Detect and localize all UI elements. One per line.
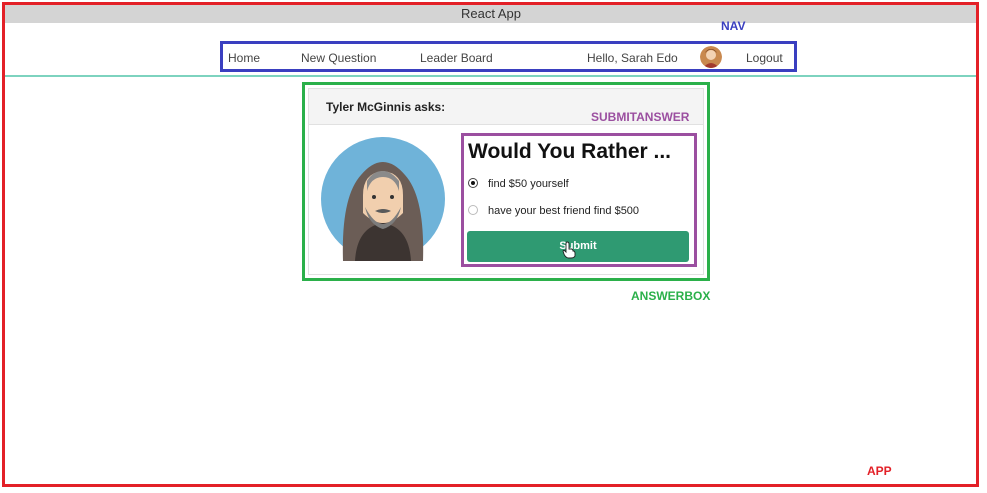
user-greeting: Hello, Sarah Edo — [587, 51, 678, 65]
window-title-bar: React App — [5, 5, 977, 23]
window-title: React App — [461, 6, 521, 21]
option-two-radio[interactable] — [468, 205, 478, 216]
submit-button[interactable]: Submit — [467, 231, 689, 262]
option-one[interactable]: find $50 yourself — [468, 178, 569, 190]
answerbox-annotation-label: ANSWERBOX — [631, 289, 711, 303]
option-two[interactable]: have your best friend find $500 — [468, 205, 639, 217]
logout-link[interactable]: Logout — [746, 51, 783, 65]
option-one-radio[interactable] — [468, 178, 478, 189]
nav-home-link[interactable]: Home — [228, 51, 260, 65]
would-you-rather-heading: Would You Rather ... — [468, 140, 672, 163]
app-annotation-label: APP — [867, 464, 892, 478]
submitanswer-annotation-label: SUBMITANSWER — [591, 110, 690, 124]
nav-bar: Home New Question Leader Board Hello, Sa… — [220, 41, 797, 72]
nav-new-question-link[interactable]: New Question — [301, 51, 376, 65]
option-two-label: have your best friend find $500 — [488, 205, 640, 217]
option-one-label: find $50 yourself — [488, 178, 569, 190]
nav-leader-board-link[interactable]: Leader Board — [420, 51, 493, 65]
nav-annotation-label: NAV — [721, 19, 746, 33]
user-avatar — [700, 46, 722, 68]
hand-cursor-icon — [562, 241, 576, 259]
